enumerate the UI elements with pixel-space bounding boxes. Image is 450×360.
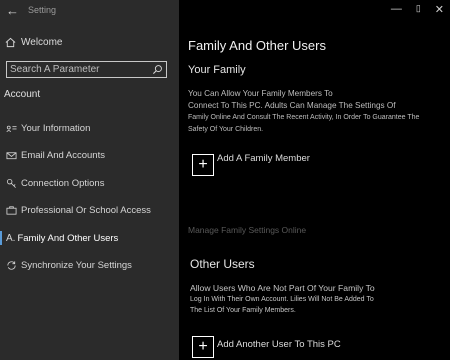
- family-description-line: You Can Allow Your Family Members To: [188, 89, 333, 98]
- sidebar-item-your-information[interactable]: Your Information: [0, 118, 179, 138]
- sidebar-item-email-accounts[interactable]: Email And Accounts: [0, 145, 179, 165]
- sidebar-item-connection-options[interactable]: Connection Options: [0, 173, 179, 193]
- search-box[interactable]: [6, 61, 167, 78]
- close-icon[interactable]: ✕: [435, 3, 444, 16]
- other-users-description: Allow Users Who Are Not Part Of Your Fam…: [190, 283, 446, 316]
- manage-family-settings-link[interactable]: Manage Family Settings Online: [188, 225, 306, 235]
- home-icon: [5, 37, 16, 48]
- title-bar: ← Setting: [0, 0, 179, 22]
- add-family-member-button[interactable]: + Add A Family Member: [192, 152, 310, 176]
- home-link[interactable]: Welcome: [5, 37, 63, 48]
- section-label-account: Account: [4, 89, 41, 100]
- sidebar-item-label: Family And Other Users: [17, 232, 119, 244]
- add-other-user-label: Add Another User To This PC: [217, 338, 341, 350]
- main-panel: — ▯ ✕ Family And Other Users Your Family…: [179, 0, 450, 360]
- sidebar-item-label: Email And Accounts: [21, 149, 105, 161]
- sidebar-item-label: Synchronize Your Settings: [21, 259, 132, 271]
- add-other-user-button[interactable]: + Add Another User To This PC: [192, 336, 341, 358]
- envelope-icon: [6, 151, 17, 159]
- briefcase-icon: [6, 205, 17, 215]
- home-label: Welcome: [21, 37, 63, 48]
- minimize-icon[interactable]: —: [391, 3, 402, 16]
- page-title: Family And Other Users: [188, 38, 326, 53]
- window-controls: — ▯ ✕: [391, 3, 444, 16]
- sidebar-item-family-other-users[interactable]: A. Family And Other Users: [0, 228, 179, 248]
- section-heading-your-family: Your Family: [188, 64, 246, 76]
- sidebar-item-label: Connection Options: [21, 177, 105, 189]
- back-arrow-icon[interactable]: ←: [6, 3, 19, 18]
- family-description-line: Connect To This PC. Adults Can Manage Th…: [188, 101, 396, 110]
- sidebar-item-sync-settings[interactable]: Synchronize Your Settings: [0, 255, 179, 275]
- other-description-line: Log In With Their Own Account. Lilies Wi…: [190, 296, 374, 303]
- family-icon: A.: [6, 232, 16, 244]
- key-icon: [6, 178, 16, 188]
- family-description: You Can Allow Your Family Members To Con…: [188, 88, 446, 136]
- app-title: Setting: [28, 5, 57, 15]
- plus-icon: +: [192, 154, 214, 176]
- plus-icon: +: [192, 336, 214, 358]
- sidebar-item-professional-school[interactable]: Professional Or School Access: [0, 200, 179, 220]
- other-description-line: The List Of Your Family Members.: [190, 307, 296, 314]
- maximize-icon[interactable]: ▯: [416, 3, 421, 16]
- add-family-member-label: Add A Family Member: [217, 152, 310, 164]
- other-description-line: Allow Users Who Are Not Part Of Your Fam…: [190, 283, 375, 293]
- family-description-line: Family Online And Consult The Recent Act…: [188, 114, 420, 121]
- sidebar-item-label: Professional Or School Access: [21, 204, 151, 216]
- search-input[interactable]: [10, 63, 150, 76]
- sidebar: ← Setting Welcome Account Your Informati…: [0, 0, 179, 360]
- search-icon[interactable]: [152, 64, 163, 75]
- family-description-line: Safety Of Your Children.: [188, 126, 264, 133]
- sync-icon: [7, 260, 16, 270]
- person-card-icon: [6, 125, 17, 132]
- section-heading-other-users: Other Users: [190, 257, 255, 271]
- sidebar-item-label: Your Information: [21, 122, 91, 134]
